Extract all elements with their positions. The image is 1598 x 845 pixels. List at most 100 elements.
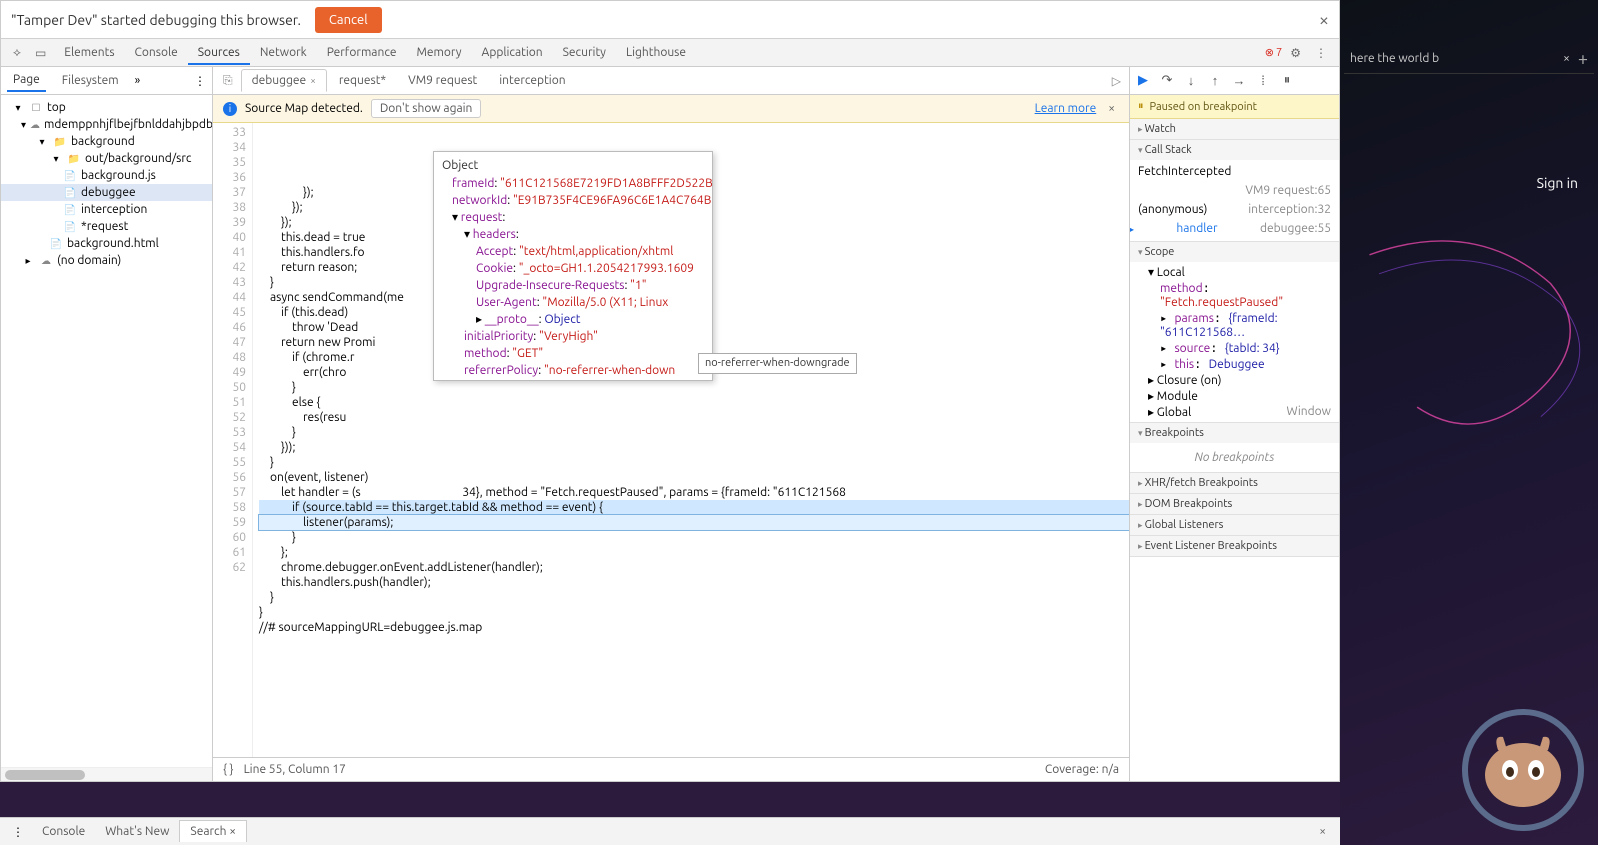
tab-application[interactable]: Application: [472, 40, 553, 65]
inspect-icon[interactable]: ⟡: [7, 42, 27, 64]
object-row[interactable]: Cookie: "_octo=GH1.1.2054217993.1609: [438, 260, 708, 277]
object-row[interactable]: networkId: "E91B735F4CE96FA96C6E1A4C764B: [438, 192, 708, 209]
object-row[interactable]: User-Agent: "Mozilla/5.0 (X11; Linux: [438, 294, 708, 311]
scope-row[interactable]: ▸ Module: [1130, 388, 1339, 404]
drawer-tab[interactable]: Search ×: [179, 820, 247, 842]
drawer-tab[interactable]: What's New: [95, 821, 179, 842]
tree-node[interactable]: ▾☐top: [1, 99, 212, 116]
cancel-button[interactable]: Cancel: [315, 7, 382, 33]
tab-security[interactable]: Security: [553, 40, 616, 65]
pretty-print-icon[interactable]: { }: [223, 763, 234, 776]
tree-node[interactable]: 📄*request: [1, 218, 212, 235]
scope-row[interactable]: ▸ source: {tabId: 34}: [1130, 340, 1339, 356]
tree-node[interactable]: ▾☁mdemppnhjflbejfbnlddahjbpdbe: [1, 116, 212, 133]
file-tab[interactable]: VM9 request: [398, 70, 487, 91]
browser-tab[interactable]: here the world b × +: [1344, 44, 1594, 74]
scope-row[interactable]: ▸ GlobalWindow: [1130, 404, 1339, 420]
overflow-icon[interactable]: »: [135, 74, 141, 87]
code-line[interactable]: }: [259, 455, 1129, 470]
callstack-frame[interactable]: (anonymous)interception:32: [1130, 200, 1339, 219]
drawer-tab[interactable]: Console: [32, 821, 95, 842]
tree-node[interactable]: 📄debuggee: [1, 184, 212, 201]
object-row[interactable]: url: "https://github.com/": [438, 379, 708, 381]
code-line[interactable]: on(event, listener): [259, 470, 1129, 485]
tab-performance[interactable]: Performance: [317, 40, 407, 65]
callstack-section[interactable]: Call Stack FetchInterceptedVM9 request:6…: [1130, 140, 1339, 242]
object-row[interactable]: ▸ __proto__: Object: [438, 311, 708, 328]
file-tab[interactable]: debuggee ×: [241, 69, 327, 92]
close-icon[interactable]: ×: [310, 75, 316, 86]
tab-memory[interactable]: Memory: [406, 40, 471, 65]
code-editor[interactable]: 33 34 35 36 37 38 39 40 41 42 43 44 45 4…: [213, 123, 1129, 757]
object-hover-popup[interactable]: ObjectframeId: "611C121568E7219FD1A8BFFF…: [433, 151, 713, 381]
callstack-frame[interactable]: handlerdebuggee:55: [1130, 219, 1339, 239]
code-line[interactable]: listener(params);: [259, 515, 1129, 530]
tree-node[interactable]: ▾📁out/background/src: [1, 150, 212, 167]
tab-elements[interactable]: Elements: [54, 40, 124, 65]
deactivate-bp-icon[interactable]: ⁞: [1254, 72, 1272, 90]
tab-sources[interactable]: Sources: [188, 40, 250, 65]
scope-row[interactable]: ▸ Closure (on): [1130, 372, 1339, 388]
tab-close-icon[interactable]: ×: [1563, 52, 1570, 65]
code-line[interactable]: }: [259, 425, 1129, 440]
code-line[interactable]: }: [259, 530, 1129, 545]
signin-link[interactable]: Sign in: [1537, 175, 1578, 191]
more-icon[interactable]: ⋮: [1309, 42, 1333, 64]
scope-section[interactable]: Scope ▾ Localmethod: "Fetch.requestPause…: [1130, 242, 1339, 423]
watch-section[interactable]: Watch: [1130, 119, 1339, 140]
code-line[interactable]: if (source.tabId == this.target.tabId &&…: [259, 500, 1129, 515]
error-count[interactable]: 7: [1265, 46, 1282, 59]
line-gutter[interactable]: 33 34 35 36 37 38 39 40 41 42 43 44 45 4…: [213, 123, 253, 757]
breakpoints-section[interactable]: Breakpoints No breakpoints: [1130, 423, 1339, 473]
code-line[interactable]: this.handlers.push(handler);: [259, 575, 1129, 590]
code-line[interactable]: }: [259, 380, 1129, 395]
code-line[interactable]: }));: [259, 440, 1129, 455]
tree-node[interactable]: ▾📁background: [1, 133, 212, 150]
gear-icon[interactable]: ⚙: [1284, 42, 1307, 64]
scope-row[interactable]: ▸ this: Debuggee: [1130, 356, 1339, 372]
tree-node[interactable]: 📄interception: [1, 201, 212, 218]
page-tab[interactable]: Page: [7, 69, 46, 92]
step-icon[interactable]: →: [1230, 72, 1248, 90]
filesystem-tab[interactable]: Filesystem: [56, 70, 125, 91]
file-tab[interactable]: interception: [489, 70, 575, 91]
device-icon[interactable]: ▭: [29, 42, 52, 64]
close-icon[interactable]: ×: [1104, 102, 1119, 115]
code-line[interactable]: //# sourceMappingURL=debuggee.js.map: [259, 620, 1129, 635]
code-line[interactable]: else {: [259, 395, 1129, 410]
object-row[interactable]: frameId: "611C121568E7219FD1A8BFFF2D522B: [438, 175, 708, 192]
run-snippet-icon[interactable]: ▷: [1108, 74, 1125, 88]
dom-bp-section[interactable]: DOM Breakpoints: [1130, 494, 1339, 515]
object-row[interactable]: ▾ request:: [438, 209, 708, 226]
horizontal-scrollbar[interactable]: [1, 767, 212, 781]
step-into-icon[interactable]: ↓: [1182, 72, 1200, 90]
tree-node[interactable]: ▸☁(no domain): [1, 252, 212, 269]
tab-console[interactable]: Console: [125, 40, 188, 65]
close-icon[interactable]: ×: [229, 825, 236, 838]
drawer-more-icon[interactable]: ⋮: [6, 825, 30, 839]
object-row[interactable]: initialPriority: "VeryHigh": [438, 328, 708, 345]
tab-lighthouse[interactable]: Lighthouse: [616, 40, 696, 65]
scope-row[interactable]: ▾ Local: [1130, 264, 1339, 280]
close-icon[interactable]: ×: [1319, 10, 1329, 30]
code-line[interactable]: }: [259, 605, 1129, 620]
tab-network[interactable]: Network: [250, 40, 317, 65]
scope-row[interactable]: method: "Fetch.requestPaused": [1130, 280, 1339, 310]
callstack-frame[interactable]: VM9 request:65: [1130, 181, 1339, 200]
xhr-bp-section[interactable]: XHR/fetch Breakpoints: [1130, 473, 1339, 494]
object-row[interactable]: Upgrade-Insecure-Requests: "1": [438, 277, 708, 294]
tree-node[interactable]: 📄background.html: [1, 235, 212, 252]
object-row[interactable]: referrerPolicy: "no-referrer-when-down: [438, 362, 708, 379]
code-line[interactable]: chrome.debugger.onEvent.addListener(hand…: [259, 560, 1129, 575]
learn-more-link[interactable]: Learn more: [1035, 102, 1097, 115]
code-area[interactable]: ObjectframeId: "611C121568E7219FD1A8BFFF…: [253, 123, 1129, 757]
object-row[interactable]: Accept: "text/html,application/xhtml: [438, 243, 708, 260]
more-icon[interactable]: ⋮: [194, 74, 206, 88]
step-out-icon[interactable]: ↑: [1206, 72, 1224, 90]
event-bp-section[interactable]: Event Listener Breakpoints: [1130, 536, 1339, 557]
code-line[interactable]: };: [259, 545, 1129, 560]
code-line[interactable]: res(resu: [259, 410, 1129, 425]
global-listeners-section[interactable]: Global Listeners: [1130, 515, 1339, 536]
toggle-nav-icon[interactable]: ⎘: [217, 74, 239, 88]
dont-show-button[interactable]: Don't show again: [371, 99, 482, 118]
